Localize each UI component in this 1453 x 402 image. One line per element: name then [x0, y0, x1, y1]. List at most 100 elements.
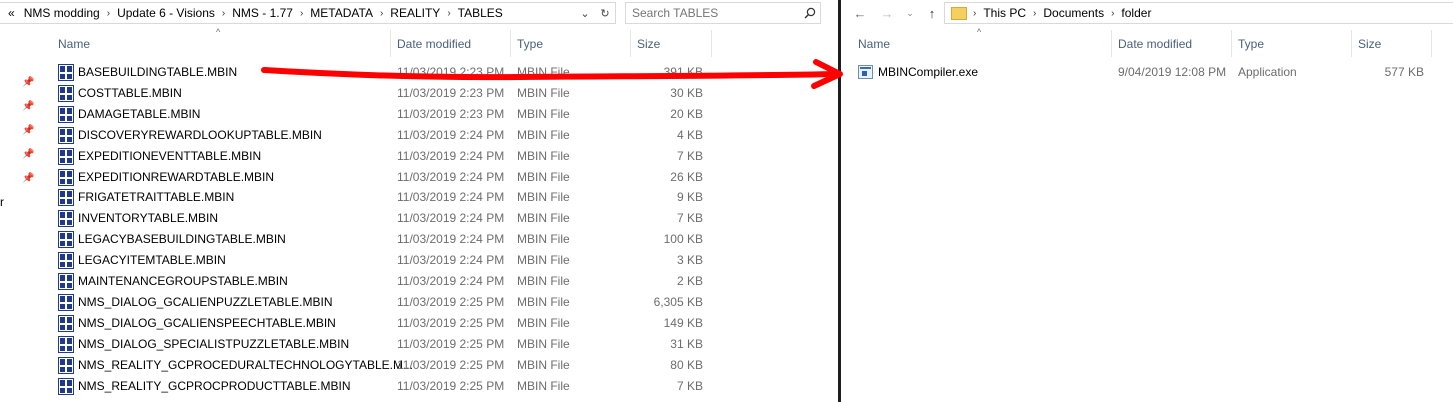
file-type: MBIN File	[517, 85, 570, 100]
file-name: NMS_REALITY_GCPROCEDURALTECHNOLOGYTABLE.…	[78, 357, 413, 372]
back-arrow-icon[interactable]: ←	[851, 4, 869, 22]
mbin-file-icon	[58, 293, 74, 311]
file-name: MAINTENANCEGROUPSTABLE.MBIN	[78, 274, 288, 288]
breadcrumb-metadata[interactable]: METADATA	[305, 6, 378, 20]
column-divider[interactable]	[630, 30, 631, 57]
file-size: 7 KB	[676, 148, 703, 163]
breadcrumb-overflow[interactable]: «	[0, 6, 19, 20]
column-divider[interactable]	[1231, 30, 1232, 57]
file-row[interactable]: INVENTORYTABLE.MBIN 11/03/2019 2:24 PM MBI…	[0, 208, 715, 229]
file-row[interactable]: MAINTENANCEGROUPSTABLE.MBIN 11/03/2019 2:…	[0, 271, 715, 292]
breadcrumb-separator-icon: ›	[973, 7, 977, 19]
file-date-modified: 11/03/2019 2:23 PM	[397, 85, 505, 100]
file-type: MBIN File	[517, 232, 570, 247]
file-date-modified: 11/03/2019 2:24 PM	[397, 148, 505, 163]
breadcrumb-this-pc[interactable]: This PC	[978, 6, 1031, 20]
recent-locations-chevron-icon[interactable]: ⌄	[901, 4, 919, 22]
file-date-modified: 11/03/2019 2:25 PM	[397, 336, 505, 351]
file-name: NMS_DIALOG_GCALIENSPEECHTABLE.MBIN	[78, 315, 336, 330]
breadcrumb-tables[interactable]: TABLES	[453, 6, 508, 20]
file-type: MBIN File	[517, 315, 570, 330]
breadcrumb-separator-icon: ›	[1033, 7, 1037, 19]
file-date-modified: 11/03/2019 2:24 PM	[397, 169, 505, 184]
file-date-modified: 11/03/2019 2:24 PM	[397, 232, 505, 247]
column-header-size[interactable]: Size	[1358, 32, 1381, 56]
file-row[interactable]: BASEBUILDINGTABLE.MBIN 11/03/2019 2:23 PM…	[0, 62, 715, 83]
file-name: INVENTORYTABLE.MBIN	[78, 211, 219, 226]
column-header-date-modified[interactable]: Date modified	[397, 32, 471, 56]
file-row[interactable]: LEGACYITEMTABLE.MBIN 11/03/2019 2:24 PM MB…	[0, 250, 715, 271]
file-type: MBIN File	[517, 211, 570, 226]
file-name: COSTTABLE.MBIN	[78, 85, 182, 100]
column-divider[interactable]	[1111, 30, 1112, 57]
breadcrumb-separator-icon: ›	[299, 7, 304, 19]
address-dropdown-icon[interactable]: ⌄	[575, 3, 595, 23]
file-name: NMS_DIALOG_SPECIALISTPUZZLETABLE.MBIN	[78, 336, 350, 351]
column-divider[interactable]	[1431, 30, 1432, 57]
column-header-name[interactable]: Name	[858, 32, 890, 56]
file-row[interactable]: DISCOVERYREWARDLOOKUPTABLE.MBIN 11/03/201…	[0, 125, 715, 146]
file-type: Application	[1238, 65, 1297, 79]
file-name: LEGACYBASEBUILDINGTABLE.MBIN	[78, 232, 286, 247]
address-bar[interactable]: › This PC › Documents › folder	[944, 2, 1453, 24]
file-row[interactable]: EXPEDITIONREWARDTABLE.MBIN 11/03/2019 2:2…	[0, 167, 715, 188]
file-date-modified: 11/03/2019 2:25 PM	[397, 378, 505, 393]
breadcrumb-update6[interactable]: Update 6 - Visions	[112, 6, 220, 20]
file-row[interactable]: NMS_DIALOG_GCALIENPUZZLETABLE.MBIN 11/03/…	[0, 292, 715, 313]
mbin-file-icon	[58, 64, 74, 81]
file-type: MBIN File	[517, 294, 570, 309]
file-type: MBIN File	[517, 378, 570, 393]
forward-arrow-icon[interactable]: →	[878, 4, 896, 22]
file-row[interactable]: COSTTABLE.MBIN 11/03/2019 2:23 PM MBIN Fil…	[0, 83, 715, 104]
column-divider[interactable]	[390, 30, 391, 57]
right-explorer-window: ← → ⌄ ↑ › This PC › Documents › folder ^…	[841, 0, 1453, 402]
file-row[interactable]: NMS_REALITY_GCPROCPRODUCTTABLE.MBIN 11/03…	[0, 376, 715, 397]
file-name: NMS_REALITY_GCPROCPRODUCTTABLE.MBIN	[78, 378, 351, 393]
column-header-size[interactable]: Size	[637, 32, 660, 56]
file-size: 149 KB	[663, 315, 703, 330]
file-date-modified: 11/03/2019 2:25 PM	[397, 357, 505, 372]
mbin-file-icon	[58, 231, 74, 249]
address-bar[interactable]: « NMS modding › Update 6 - Visions › NMS…	[0, 2, 616, 24]
file-row[interactable]: LEGACYBASEBUILDINGTABLE.MBIN 11/03/2019 2…	[0, 229, 715, 250]
column-header-name[interactable]: Name	[58, 32, 90, 56]
folder-icon	[951, 6, 967, 20]
file-size: 4 KB	[676, 127, 703, 142]
column-divider[interactable]	[1351, 30, 1352, 57]
refresh-icon[interactable]: ↻	[595, 3, 615, 23]
search-icon[interactable]	[800, 3, 820, 23]
file-type: MBIN File	[517, 127, 570, 142]
breadcrumb-documents[interactable]: Documents	[1038, 6, 1109, 20]
column-header-type[interactable]: Type	[1238, 32, 1264, 56]
column-divider[interactable]	[510, 30, 511, 57]
mbin-file-icon	[58, 273, 74, 290]
file-row[interactable]: NMS_DIALOG_SPECIALISTPUZZLETABLE.MBIN 11/…	[0, 334, 715, 355]
breadcrumb-separator-icon: ›	[1111, 7, 1115, 19]
file-name: FRIGATETRAITTABLE.MBIN	[78, 190, 235, 205]
search-input[interactable]	[626, 6, 800, 20]
file-row[interactable]: MBINCompiler.exe 9/04/2019 12:08 PM Applic…	[841, 62, 1441, 83]
file-name: MBINCompiler.exe	[878, 65, 979, 79]
mbin-file-icon	[58, 210, 74, 228]
breadcrumb-reality[interactable]: REALITY	[385, 6, 445, 20]
file-size: 31 KB	[670, 336, 703, 351]
file-row[interactable]: NMS_DIALOG_GCALIENSPEECHTABLE.MBIN 11/03/…	[0, 313, 715, 334]
file-size: 80 KB	[670, 357, 703, 372]
column-divider[interactable]	[711, 30, 712, 57]
breadcrumb-folder[interactable]: folder	[1116, 6, 1156, 20]
mbin-file-icon	[58, 189, 74, 207]
breadcrumb-nms-modding[interactable]: NMS modding	[19, 6, 105, 20]
file-row[interactable]: NMS_REALITY_GCPROCEDURALTECHNOLOGYTABLE.…	[0, 355, 715, 376]
file-row[interactable]: FRIGATETRAITTABLE.MBIN 11/03/2019 2:24 PM…	[0, 187, 715, 208]
column-header-date-modified[interactable]: Date modified	[1118, 32, 1192, 56]
file-size: 100 KB	[663, 232, 703, 247]
mbin-file-icon	[58, 356, 74, 374]
file-row[interactable]: EXPEDITIONEVENTTABLE.MBIN 11/03/2019 2:24…	[0, 146, 715, 167]
up-arrow-icon[interactable]: ↑	[923, 4, 941, 22]
file-size: 9 KB	[676, 190, 703, 205]
file-name: LEGACYITEMTABLE.MBIN	[78, 253, 226, 268]
search-box[interactable]	[625, 2, 821, 24]
breadcrumb-nms-177[interactable]: NMS - 1.77	[227, 6, 298, 20]
column-header-type[interactable]: Type	[517, 32, 543, 56]
file-row[interactable]: DAMAGETABLE.MBIN 11/03/2019 2:23 PM MBIN F…	[0, 104, 715, 125]
